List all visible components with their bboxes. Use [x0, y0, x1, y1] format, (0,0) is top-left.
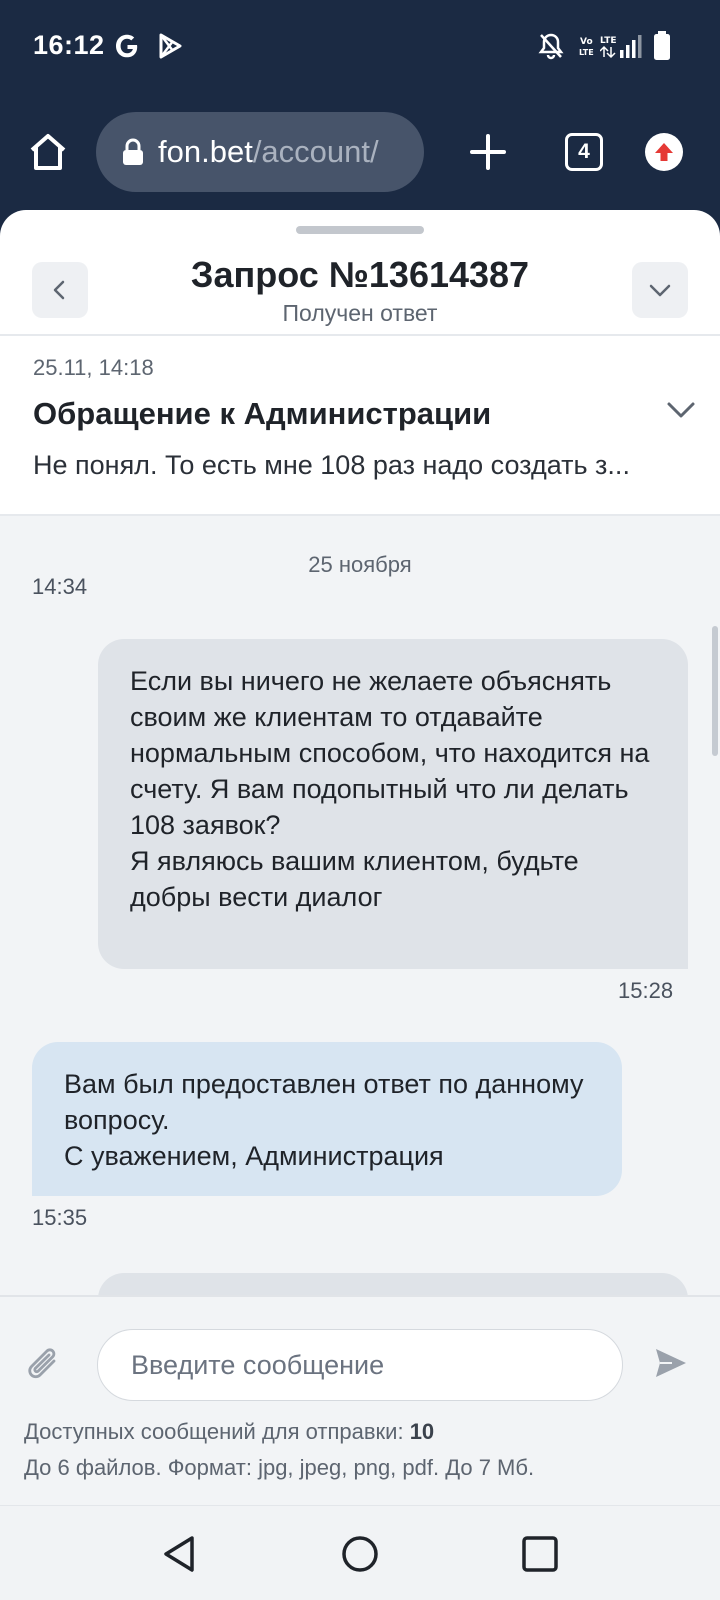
- home-circle-icon[interactable]: [336, 1530, 384, 1578]
- volte-icon: Vo LTE: [578, 30, 598, 62]
- paperclip-icon[interactable]: [24, 1343, 64, 1387]
- chevron-down-icon: [647, 277, 673, 303]
- topic-preview: Не понял. То есть мне 108 раз надо созда…: [33, 450, 630, 480]
- request-status: Получен ответ: [282, 300, 438, 326]
- system-nav-bar: [0, 1505, 720, 1600]
- lte-signal-icon: LTE: [600, 30, 644, 62]
- back-triangle-icon[interactable]: [156, 1530, 204, 1578]
- composer-divider: [0, 1295, 720, 1297]
- collapse-button[interactable]: [632, 262, 688, 318]
- recents-square-icon[interactable]: [516, 1530, 564, 1578]
- message-composer: Доступных сообщений для отправки: 10 До …: [0, 1295, 720, 1505]
- svg-text:LTE: LTE: [579, 48, 594, 57]
- new-tab-icon[interactable]: [466, 130, 510, 174]
- files-info: До 6 файлов. Формат: jpg, jpeg, png, pdf…: [24, 1455, 535, 1480]
- url-path: /account/: [252, 134, 379, 169]
- browser-toolbar: fon.bet/account/ 4: [0, 100, 720, 210]
- home-icon[interactable]: [24, 128, 72, 176]
- bell-off-icon: [536, 30, 566, 62]
- address-bar[interactable]: fon.bet/account/: [96, 112, 424, 192]
- lock-icon: [122, 138, 144, 166]
- status-bar: 16:12 Vo LTE LTE: [0, 0, 720, 100]
- google-icon: [112, 30, 142, 62]
- battery-icon: [652, 30, 672, 62]
- topic-title: Обращение к Администрации: [33, 396, 492, 431]
- tab-count-button[interactable]: 4: [565, 133, 603, 171]
- incoming-message: Вам был предоставлен ответ по данному во…: [32, 1042, 622, 1196]
- play-store-icon: [155, 30, 185, 62]
- outgoing-message: Если вы ничего не желаете объяснять свои…: [98, 639, 688, 969]
- available-messages-count: 10: [409, 1419, 435, 1444]
- svg-text:Vo: Vo: [580, 37, 593, 47]
- message-time: 15:35: [32, 1205, 88, 1230]
- chevron-down-icon[interactable]: [664, 393, 698, 427]
- message-time: 15:28: [618, 978, 674, 1003]
- svg-text:LTE: LTE: [600, 36, 617, 46]
- header-divider: [0, 334, 720, 336]
- extension-icon[interactable]: [645, 133, 683, 171]
- page-title: Запрос №13614387: [190, 254, 530, 295]
- message-input[interactable]: [97, 1329, 623, 1401]
- drag-handle[interactable]: [296, 226, 424, 234]
- available-messages-info: Доступных сообщений для отправки: 10: [24, 1419, 434, 1445]
- send-icon[interactable]: [650, 1343, 690, 1383]
- date-separator: 25 ноября: [308, 552, 412, 577]
- status-time: 16:12: [33, 30, 105, 60]
- url-host: fon.bet: [158, 134, 253, 169]
- message-time: 14:34: [32, 574, 88, 599]
- available-messages-label: Доступных сообщений для отправки:: [24, 1419, 410, 1444]
- topic-date: 25.11, 14:18: [33, 355, 154, 380]
- scrollbar[interactable]: [712, 626, 718, 756]
